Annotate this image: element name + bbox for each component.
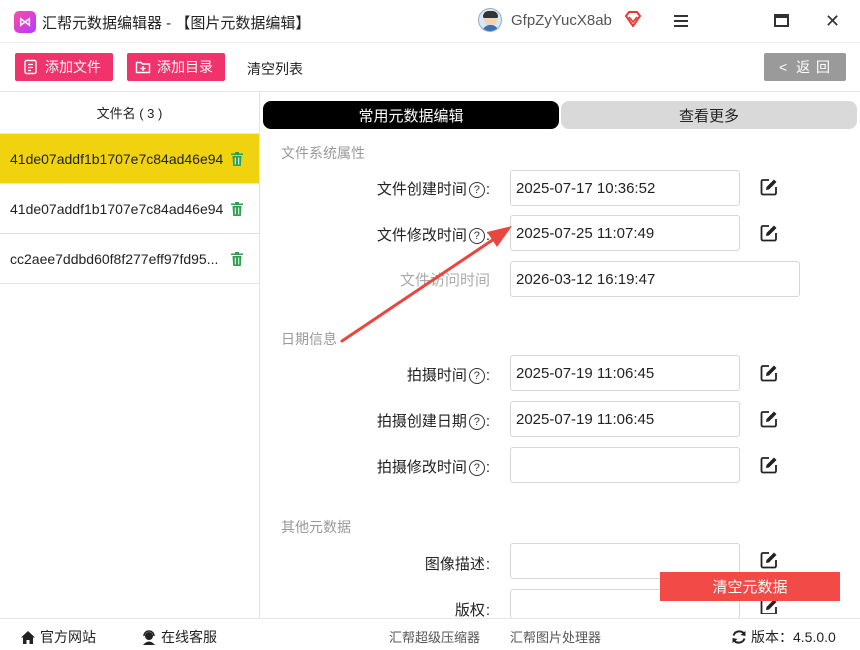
edit-icon[interactable] bbox=[760, 551, 778, 569]
refresh-icon bbox=[732, 630, 746, 644]
shot-created-date-field[interactable]: 2025-07-19 11:06:45 bbox=[510, 401, 740, 437]
metadata-tabs: 常用元数据编辑 查看更多 bbox=[263, 101, 857, 129]
created-time-field[interactable]: 2025-07-17 10:36:52 bbox=[510, 170, 740, 206]
back-button[interactable]: < 返 回 bbox=[764, 53, 846, 81]
copyright-label: 版权: bbox=[454, 602, 490, 619]
help-icon[interactable]: ? bbox=[468, 228, 485, 244]
file-name: 41de07addf1b1707e7c84ad46e94 bbox=[10, 200, 224, 217]
trash-icon[interactable] bbox=[231, 202, 243, 216]
clear-metadata-button[interactable]: 清空元数据 bbox=[660, 572, 840, 601]
add-file-icon bbox=[24, 59, 37, 75]
shot-created-date-label: 拍摄创建日期?: bbox=[376, 413, 490, 430]
help-icon[interactable]: ? bbox=[468, 368, 485, 384]
section-title-date: 日期信息 bbox=[281, 331, 337, 347]
username[interactable]: GfpZyYucX8ab bbox=[511, 12, 612, 29]
created-time-label: 文件创建时间?: bbox=[376, 181, 490, 198]
status-bar: 官方网站 在线客服 汇帮超级压缩器 汇帮图片处理器 版本：4.5.0.0 bbox=[0, 618, 860, 650]
official-website-link[interactable]: 官方网站 bbox=[20, 627, 96, 647]
accessed-time-label: 文件访问时间 bbox=[399, 272, 490, 289]
support-agent-icon bbox=[143, 629, 155, 645]
file-list-header: 文件名 ( 3 ) bbox=[0, 92, 259, 134]
maximize-icon[interactable] bbox=[774, 14, 789, 27]
user-avatar[interactable] bbox=[478, 8, 502, 32]
home-icon bbox=[21, 630, 35, 644]
tab-common-metadata[interactable]: 常用元数据编辑 bbox=[263, 101, 559, 129]
menu-icon[interactable] bbox=[674, 15, 688, 27]
chevron-left-icon: < bbox=[778, 59, 789, 75]
shot-time-label: 拍摄时间?: bbox=[406, 367, 490, 384]
file-list-item[interactable]: 41de07addf1b1707e7c84ad46e94 bbox=[0, 134, 259, 184]
image-description-label: 图像描述: bbox=[424, 556, 490, 573]
add-folder-icon bbox=[135, 61, 151, 74]
edit-icon[interactable] bbox=[760, 364, 778, 382]
shot-time-field[interactable]: 2025-07-19 11:06:45 bbox=[510, 355, 740, 391]
app-logo-icon: ⋈ bbox=[14, 11, 36, 33]
section-title-filesystem: 文件系统属性 bbox=[281, 145, 365, 161]
add-file-button[interactable]: 添加文件 bbox=[15, 53, 113, 81]
close-icon[interactable]: ✕ bbox=[825, 12, 840, 30]
file-list-item[interactable]: cc2aee7ddbd60f8f277eff97fd95... bbox=[0, 234, 259, 284]
window-title: 汇帮元数据编辑器 - 【图片元数据编辑】 bbox=[42, 15, 311, 32]
image-processor-link[interactable]: 汇帮图片处理器 bbox=[510, 627, 601, 646]
edit-icon[interactable] bbox=[760, 410, 778, 428]
tab-view-more[interactable]: 查看更多 bbox=[561, 101, 857, 129]
file-name: cc2aee7ddbd60f8f277eff97fd95... bbox=[10, 250, 219, 267]
file-list-panel: 文件名 ( 3 ) 41de07addf1b1707e7c84ad46e94 4… bbox=[0, 92, 260, 618]
vip-diamond-icon[interactable] bbox=[624, 11, 642, 27]
shot-modified-time-field[interactable] bbox=[510, 447, 740, 483]
modified-time-field[interactable]: 2025-07-25 11:07:49 bbox=[510, 215, 740, 251]
shot-modified-time-label: 拍摄修改时间?: bbox=[376, 459, 490, 476]
accessed-time-field: 2026-03-12 16:19:47 bbox=[510, 261, 800, 297]
file-name: 41de07addf1b1707e7c84ad46e94 bbox=[10, 150, 224, 167]
version-info[interactable]: 版本：4.5.0.0 bbox=[731, 627, 836, 647]
section-title-other: 其他元数据 bbox=[281, 519, 351, 535]
edit-icon[interactable] bbox=[760, 224, 778, 242]
online-support-link[interactable]: 在线客服 bbox=[141, 627, 217, 647]
help-icon[interactable]: ? bbox=[468, 182, 485, 198]
add-directory-label: 添加目录 bbox=[157, 59, 213, 75]
modified-time-label: 文件修改时间?: bbox=[376, 227, 490, 244]
toolbar: 添加文件 添加目录 清空列表 < 返 回 bbox=[0, 42, 860, 92]
trash-icon[interactable] bbox=[231, 252, 243, 266]
trash-icon[interactable] bbox=[231, 152, 243, 166]
clear-list-button[interactable]: 清空列表 bbox=[247, 59, 303, 79]
edit-icon[interactable] bbox=[760, 456, 778, 474]
help-icon[interactable]: ? bbox=[468, 414, 485, 430]
help-icon[interactable]: ? bbox=[468, 460, 485, 476]
title-bar: ⋈ 汇帮元数据编辑器 - 【图片元数据编辑】 GfpZyYucX8ab ✕ bbox=[0, 0, 860, 42]
back-label: 返 回 bbox=[796, 59, 832, 75]
add-file-label: 添加文件 bbox=[45, 59, 101, 75]
add-directory-button[interactable]: 添加目录 bbox=[127, 53, 225, 81]
file-list-item[interactable]: 41de07addf1b1707e7c84ad46e94 bbox=[0, 184, 259, 234]
edit-icon[interactable] bbox=[760, 178, 778, 196]
compressor-link[interactable]: 汇帮超级压缩器 bbox=[389, 627, 480, 646]
